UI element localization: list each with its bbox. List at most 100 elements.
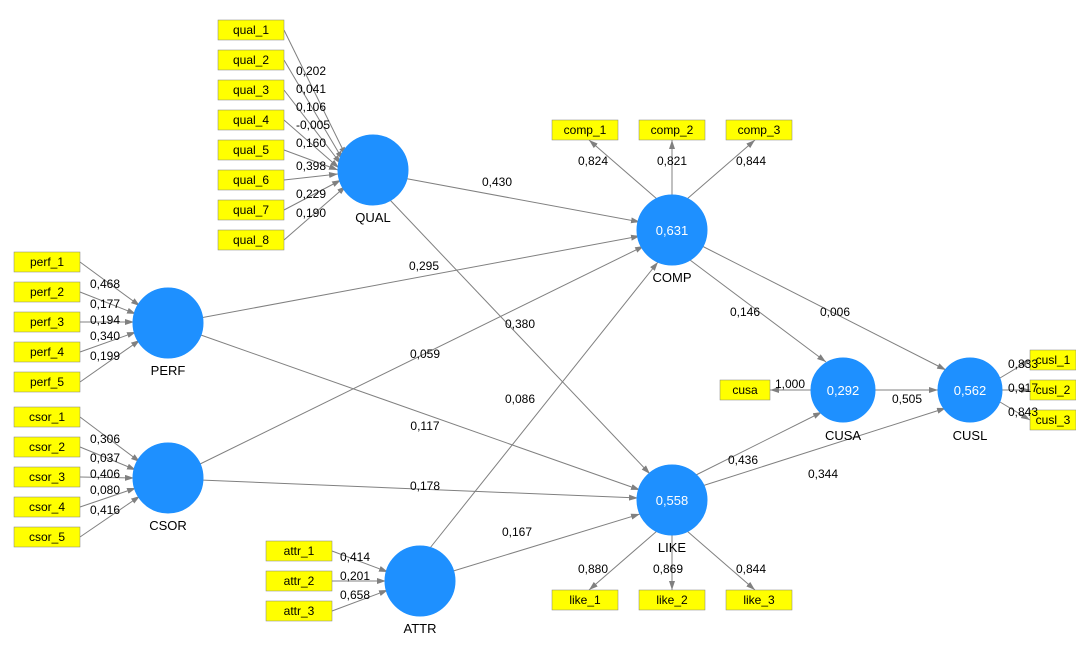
indicator-csor-2: csor_2	[14, 437, 80, 457]
indicator-perf-1: perf_1	[14, 252, 80, 272]
indicator-perf-4: perf_4	[14, 342, 80, 362]
indicator-csor-4: csor_4	[14, 497, 80, 517]
path-diagram: 0,430 0,380 0,295 0,117 0,059 0,178 0,08…	[0, 0, 1076, 656]
path-csor-like-value: 0,178	[410, 479, 440, 493]
svg-text:cusa: cusa	[732, 383, 758, 397]
svg-text:csor_5: csor_5	[29, 530, 65, 544]
svg-text:0,631: 0,631	[656, 223, 689, 238]
svg-text:0,869: 0,869	[653, 562, 683, 576]
svg-text:0,562: 0,562	[954, 383, 987, 398]
construct-comp: 0,631 COMP	[637, 195, 707, 285]
svg-text:0,416: 0,416	[90, 503, 120, 517]
svg-text:csor_3: csor_3	[29, 470, 65, 484]
indicator-csor-5: csor_5	[14, 527, 80, 547]
path-qual-like-value: 0,380	[505, 317, 535, 331]
svg-text:0,833: 0,833	[1008, 357, 1038, 371]
svg-text:1,000: 1,000	[775, 377, 805, 391]
svg-text:0,194: 0,194	[90, 313, 120, 327]
svg-text:LIKE: LIKE	[658, 540, 687, 555]
construct-csor: CSOR	[133, 443, 203, 533]
path-qual-comp	[403, 178, 640, 222]
svg-text:comp_1: comp_1	[564, 123, 607, 137]
construct-cusl: 0,562 CUSL	[938, 358, 1002, 443]
svg-text:0,229: 0,229	[296, 187, 326, 201]
svg-text:0,843: 0,843	[1008, 405, 1038, 419]
svg-text:CUSA: CUSA	[825, 428, 861, 443]
indicator-qual-4: qual_4	[218, 110, 284, 130]
svg-text:csor_1: csor_1	[29, 410, 65, 424]
indicator-attr-3: attr_3	[266, 601, 332, 621]
svg-text:0,398: 0,398	[296, 159, 326, 173]
svg-text:0,406: 0,406	[90, 467, 120, 481]
svg-text:0,340: 0,340	[90, 329, 120, 343]
path-attr-like-value: 0,167	[502, 525, 532, 539]
svg-text:perf_3: perf_3	[30, 315, 64, 329]
indicator-qual-5: qual_5	[218, 140, 284, 160]
indicator-attr-1: attr_1	[266, 541, 332, 561]
indicator-csor-1: csor_1	[14, 407, 80, 427]
indicator-qual-6: qual_6	[218, 170, 284, 190]
svg-text:like_2: like_2	[656, 593, 688, 607]
indicator-perf-3: perf_3	[14, 312, 80, 332]
svg-text:-0,005: -0,005	[296, 118, 330, 132]
svg-text:like_1: like_1	[569, 593, 601, 607]
path-comp-cusl-value: 0,006	[820, 305, 850, 319]
indicator-qual-7: qual_7	[218, 200, 284, 220]
svg-text:0,041: 0,041	[296, 82, 326, 96]
svg-text:attr_1: attr_1	[284, 544, 315, 558]
indicator-qual-3: qual_3	[218, 80, 284, 100]
svg-text:0,199: 0,199	[90, 349, 120, 363]
svg-text:0,201: 0,201	[340, 569, 370, 583]
svg-text:qual_5: qual_5	[233, 143, 269, 157]
indicator-qual-8: qual_8	[218, 230, 284, 250]
indicator-perf-2: perf_2	[14, 282, 80, 302]
path-like-cusl-value: 0,344	[808, 467, 838, 481]
path-attr-comp	[430, 262, 658, 548]
svg-text:csor_2: csor_2	[29, 440, 65, 454]
svg-text:PERF: PERF	[151, 363, 186, 378]
svg-text:comp_2: comp_2	[651, 123, 694, 137]
svg-text:qual_3: qual_3	[233, 83, 269, 97]
indicator-csor-3: csor_3	[14, 467, 80, 487]
svg-text:cusl_3: cusl_3	[1036, 413, 1071, 427]
construct-perf: PERF	[133, 288, 203, 378]
svg-text:cusl_2: cusl_2	[1036, 383, 1071, 397]
svg-text:attr_2: attr_2	[284, 574, 315, 588]
path-attr-comp-value: 0,086	[505, 392, 535, 406]
svg-text:cusl_1: cusl_1	[1036, 353, 1071, 367]
svg-text:0,292: 0,292	[827, 383, 860, 398]
svg-text:attr_3: attr_3	[284, 604, 315, 618]
indicator-attr-2: attr_2	[266, 571, 332, 591]
construct-qual: QUAL	[338, 135, 408, 225]
svg-text:0,824: 0,824	[578, 154, 608, 168]
svg-text:qual_7: qual_7	[233, 203, 269, 217]
indicator-like-2: like_2	[639, 590, 705, 610]
svg-text:0,468: 0,468	[90, 277, 120, 291]
construct-attr: ATTR	[385, 546, 455, 636]
svg-text:0,558: 0,558	[656, 493, 689, 508]
path-perf-like-value: 0,117	[410, 419, 439, 433]
svg-text:CSOR: CSOR	[149, 518, 187, 533]
path-attr-like	[450, 514, 640, 572]
indicator-comp-2: comp_2	[639, 120, 705, 140]
indicator-perf-5: perf_5	[14, 372, 80, 392]
svg-text:0,880: 0,880	[578, 562, 608, 576]
indicator-comp-1: comp_1	[552, 120, 618, 140]
indicator-like-1: like_1	[552, 590, 618, 610]
svg-text:QUAL: QUAL	[355, 210, 390, 225]
svg-text:0,917: 0,917	[1008, 381, 1038, 395]
svg-text:0,037: 0,037	[90, 451, 120, 465]
svg-text:perf_1: perf_1	[30, 255, 64, 269]
path-comp-cusa-value: 0,146	[730, 305, 760, 319]
indicator-qual-2: qual_2	[218, 50, 284, 70]
indicator-comp-3: comp_3	[726, 120, 792, 140]
svg-text:like_3: like_3	[743, 593, 775, 607]
svg-text:0,160: 0,160	[296, 136, 326, 150]
svg-text:0,106: 0,106	[296, 100, 326, 114]
svg-text:qual_8: qual_8	[233, 233, 269, 247]
svg-text:qual_2: qual_2	[233, 53, 269, 67]
svg-text:perf_4: perf_4	[30, 345, 64, 359]
indicator-like-3: like_3	[726, 590, 792, 610]
construct-like: 0,558 LIKE	[637, 465, 707, 555]
svg-text:0,177: 0,177	[90, 297, 120, 311]
